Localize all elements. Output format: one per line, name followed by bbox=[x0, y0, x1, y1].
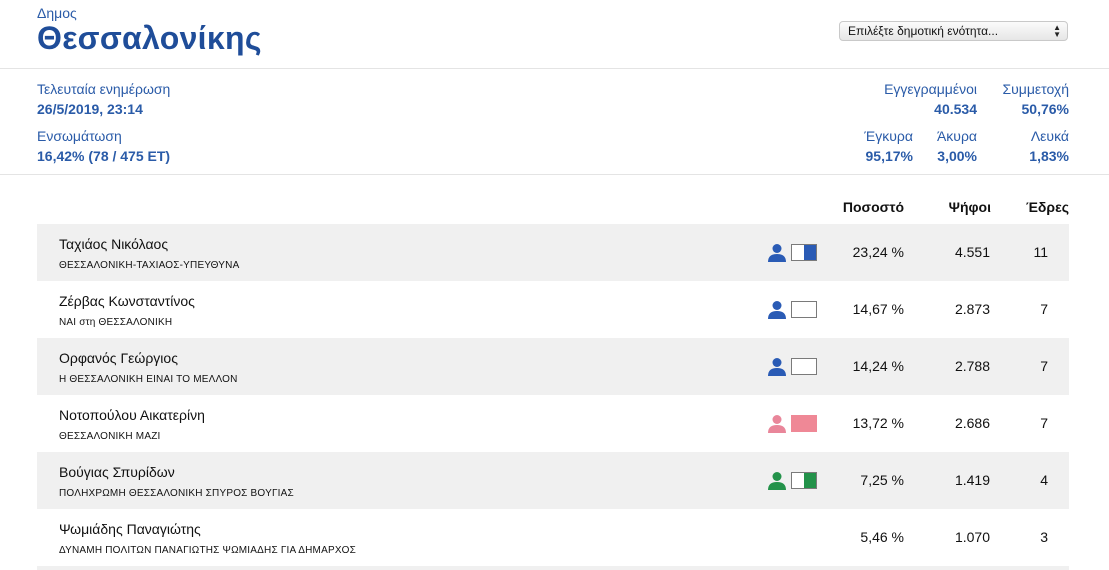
party-color-swatch bbox=[791, 244, 817, 261]
page-title: Θεσσαλονίκης bbox=[37, 20, 262, 56]
candidate-name: Βούγιας Σπυρίδων bbox=[59, 464, 175, 480]
last-update-label: Τελευταία ενημέρωση bbox=[37, 81, 171, 97]
divider bbox=[0, 174, 1109, 175]
candidate-votes: 4.551 bbox=[954, 244, 990, 260]
candidate-party: ΔΥΝΑΜΗ ΠΟΛΙΤΩΝ ΠΑΝΑΓΙΩΤΗΣ ΨΩΜΙΑΔΗΣ ΓΙΑ Δ… bbox=[59, 545, 357, 556]
registered-label: Εγγεγραμμένοι bbox=[884, 81, 977, 97]
unit-select-value: Επιλέξτε δημοτική ενότητα... bbox=[848, 24, 999, 38]
person-icon bbox=[767, 300, 787, 320]
candidate-seats: 7 bbox=[1040, 301, 1048, 317]
party-color-swatch bbox=[791, 415, 817, 432]
integration-label: Ενσωμάτωση bbox=[37, 128, 122, 144]
candidate-row[interactable]: Βούγιας Σπυρίδων ΠΟΛΗΧΡΩΜΗ ΘΕΣΣΑΛΟΝΙΚΗ Σ… bbox=[37, 452, 1069, 509]
turnout-value: 50,76% bbox=[1021, 101, 1069, 117]
candidate-row[interactable]: Ψωμιάδης Παναγιώτης ΔΥΝΑΜΗ ΠΟΛΙΤΩΝ ΠΑΝΑΓ… bbox=[37, 509, 1069, 566]
person-icon bbox=[767, 243, 787, 263]
candidate-party: ΠΟΛΗΧΡΩΜΗ ΘΕΣΣΑΛΟΝΙΚΗ ΣΠΥΡΟΣ ΒΟΥΓΙΑΣ bbox=[59, 488, 294, 499]
candidate-party: ΘΕΣΣΑΛΟΝΙΚΗ-ΤΑΧΙΑΟΣ-ΥΠΕΥΘΥΝΑ bbox=[59, 260, 240, 271]
candidate-votes: 1.419 bbox=[954, 472, 990, 488]
candidate-votes: 2.873 bbox=[954, 301, 990, 317]
candidate-votes: 1.070 bbox=[954, 529, 990, 545]
column-header-percent: Ποσοστό bbox=[842, 199, 904, 215]
party-color-swatch bbox=[791, 301, 817, 318]
select-arrows-icon: ▲ ▼ bbox=[1053, 23, 1061, 39]
candidate-name: Νοτοπούλου Αικατερίνη bbox=[59, 407, 205, 423]
candidate-percent: 5,46 % bbox=[860, 529, 904, 545]
party-color-swatch bbox=[791, 358, 817, 375]
last-update-value: 26/5/2019, 23:14 bbox=[37, 101, 143, 117]
candidate-row[interactable]: Νοτοπούλου Αικατερίνη ΘΕΣΣΑΛΟΝΙΚΗ ΜΑΖΙ 1… bbox=[37, 395, 1069, 452]
candidate-party: ΝΑΙ στη ΘΕΣΣΑΛΟΝΙΚΗ bbox=[59, 317, 173, 328]
candidate-name: Ψωμιάδης Παναγιώτης bbox=[59, 521, 201, 537]
candidate-percent: 23,24 % bbox=[852, 244, 904, 260]
candidate-name: Ορφανός Γεώργιος bbox=[59, 350, 178, 366]
divider bbox=[0, 68, 1109, 69]
registered-value: 40.534 bbox=[934, 101, 977, 117]
integration-value: 16,42% (78 / 475 ΕΤ) bbox=[37, 148, 171, 164]
candidate-seats: 4 bbox=[1040, 472, 1048, 488]
candidate-seats: 7 bbox=[1040, 358, 1048, 374]
candidate-percent: 7,25 % bbox=[860, 472, 904, 488]
candidate-seats: 11 bbox=[1033, 244, 1048, 260]
candidate-percent: 13,72 % bbox=[852, 415, 904, 431]
candidate-percent: 14,24 % bbox=[852, 358, 904, 374]
valid-label: Έγκυρα bbox=[864, 128, 913, 144]
candidate-party: ΘΕΣΣΑΛΟΝΙΚΗ ΜΑΖΙ bbox=[59, 431, 161, 442]
candidate-row[interactable]: Ορφανός Γεώργιος Η ΘΕΣΣΑΛΟΝΙΚΗ ΕΙΝΑΙ ΤΟ … bbox=[37, 338, 1069, 395]
person-icon bbox=[767, 471, 787, 491]
person-icon bbox=[767, 357, 787, 377]
candidate-votes: 2.686 bbox=[954, 415, 990, 431]
turnout-label: Συμμετοχή bbox=[1002, 81, 1069, 97]
candidate-percent: 14,67 % bbox=[852, 301, 904, 317]
candidate-votes: 2.788 bbox=[954, 358, 990, 374]
invalid-value: 3,00% bbox=[937, 148, 977, 164]
candidate-name: Ταχιάος Νικόλαος bbox=[59, 236, 169, 252]
municipal-unit-select[interactable]: Επιλέξτε δημοτική ενότητα... ▲ ▼ bbox=[839, 21, 1068, 41]
blank-label: Λευκά bbox=[1030, 128, 1069, 144]
invalid-label: Άκυρα bbox=[936, 128, 977, 144]
column-header-seats: Έδρες bbox=[1025, 199, 1069, 215]
municipality-label: Δημος bbox=[37, 5, 77, 21]
candidate-row bbox=[37, 566, 1069, 570]
valid-value: 95,17% bbox=[865, 148, 913, 164]
candidate-party: Η ΘΕΣΣΑΛΟΝΙΚΗ ΕΙΝΑΙ ΤΟ ΜΕΛΛΟΝ bbox=[59, 374, 238, 385]
candidate-row[interactable]: Ταχιάος Νικόλαος ΘΕΣΣΑΛΟΝΙΚΗ-ΤΑΧΙΑΟΣ-ΥΠΕ… bbox=[37, 224, 1069, 281]
candidate-seats: 3 bbox=[1040, 529, 1048, 545]
party-color-swatch bbox=[791, 472, 817, 489]
candidate-name: Ζέρβας Κωνσταντίνος bbox=[59, 293, 195, 309]
column-header-votes: Ψήφοι bbox=[948, 199, 991, 215]
candidate-row[interactable]: Ζέρβας Κωνσταντίνος ΝΑΙ στη ΘΕΣΣΑΛΟΝΙΚΗ … bbox=[37, 281, 1069, 338]
blank-value: 1,83% bbox=[1029, 148, 1069, 164]
person-icon bbox=[767, 414, 787, 434]
candidate-seats: 7 bbox=[1040, 415, 1048, 431]
